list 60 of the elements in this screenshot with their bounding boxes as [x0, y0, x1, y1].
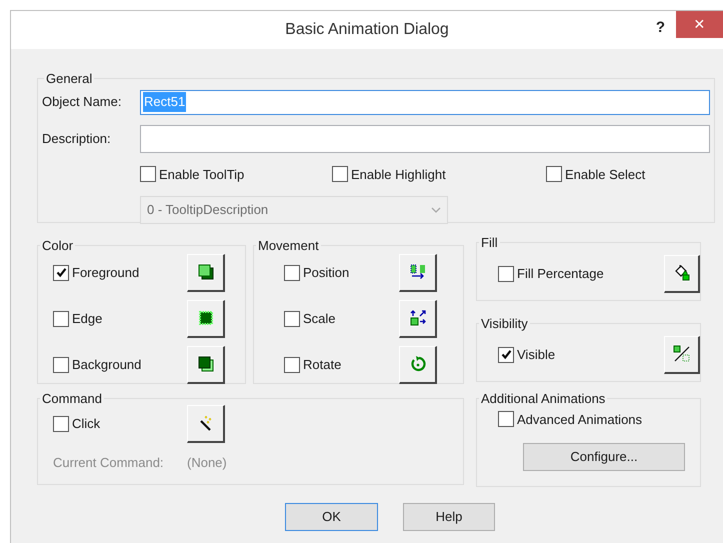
- configure-button[interactable]: Configure...: [523, 443, 685, 471]
- checkbox[interactable]: [498, 346, 514, 362]
- field-value: (None): [187, 454, 227, 472]
- checkbox[interactable]: [546, 166, 562, 182]
- checkbox-label[interactable]: Enable ToolTip: [159, 164, 244, 184]
- field-label: Current Command:: [53, 454, 165, 472]
- circular-arrow-icon: [408, 355, 426, 373]
- dialog-button[interactable]: OK: [285, 503, 378, 531]
- checkbox[interactable]: [53, 310, 69, 326]
- field-label: Description:: [42, 130, 112, 148]
- dotted-square-icon: [196, 309, 214, 327]
- group-label: Color: [41, 237, 74, 255]
- checkbox[interactable]: [498, 411, 514, 428]
- squares-arrow-icon: [408, 263, 426, 281]
- checkbox[interactable]: [332, 166, 348, 182]
- icon-button[interactable]: [399, 254, 437, 292]
- checkbox-label[interactable]: Rotate: [303, 354, 342, 374]
- group-label: Movement: [257, 237, 320, 255]
- checkbox-label[interactable]: Enable Highlight: [351, 164, 446, 184]
- icon-button[interactable]: [187, 300, 225, 338]
- checkbox-label[interactable]: Scale: [303, 308, 336, 328]
- group-label: Command: [41, 390, 103, 408]
- group-label: General: [45, 70, 94, 88]
- icon-button[interactable]: [664, 254, 700, 292]
- square-slash-icon: [672, 345, 690, 363]
- icon-button[interactable]: [664, 336, 700, 374]
- icon-button[interactable]: [187, 346, 225, 384]
- group-label: Visibility: [480, 315, 529, 333]
- checkbox[interactable]: [53, 356, 69, 372]
- field-label: Object Name:: [42, 93, 122, 112]
- paint-bucket-icon: [672, 264, 690, 282]
- checkbox-label[interactable]: Visible: [517, 344, 556, 364]
- icon-button[interactable]: [399, 346, 437, 384]
- help-icon[interactable]: ?: [656, 17, 665, 40]
- checkbox-label[interactable]: Edge: [72, 308, 102, 328]
- checkbox-label[interactable]: Background: [72, 354, 142, 374]
- checkbox-label[interactable]: Foreground: [72, 262, 140, 282]
- checkbox-label[interactable]: Position: [303, 262, 350, 282]
- layered-squares-icon: [196, 263, 214, 281]
- checkbox[interactable]: [284, 264, 300, 280]
- window-title: Basic Animation Dialog: [285, 20, 449, 40]
- checkbox-label[interactable]: Advanced Animations: [517, 410, 642, 429]
- checkbox[interactable]: [53, 264, 69, 280]
- checkbox[interactable]: [284, 356, 300, 372]
- icon-button[interactable]: [399, 300, 437, 338]
- group-label: Additional Animations: [480, 390, 606, 408]
- input-field[interactable]: [140, 124, 710, 152]
- chevron-down-icon: [431, 207, 441, 213]
- checkbox-label[interactable]: Enable Select: [565, 164, 646, 184]
- dialog-button[interactable]: Help: [403, 503, 495, 531]
- checkbox[interactable]: [284, 310, 300, 326]
- icon-button[interactable]: [187, 254, 225, 292]
- checkbox[interactable]: [140, 166, 156, 182]
- square-arrows-icon: [408, 309, 426, 327]
- icon-button[interactable]: [187, 404, 225, 442]
- layered-squares-icon: [196, 355, 214, 373]
- close-button[interactable]: ✕: [676, 11, 723, 38]
- group-label: Fill: [480, 234, 499, 252]
- checkbox-label[interactable]: Fill Percentage: [517, 264, 604, 284]
- checkbox[interactable]: [498, 266, 514, 282]
